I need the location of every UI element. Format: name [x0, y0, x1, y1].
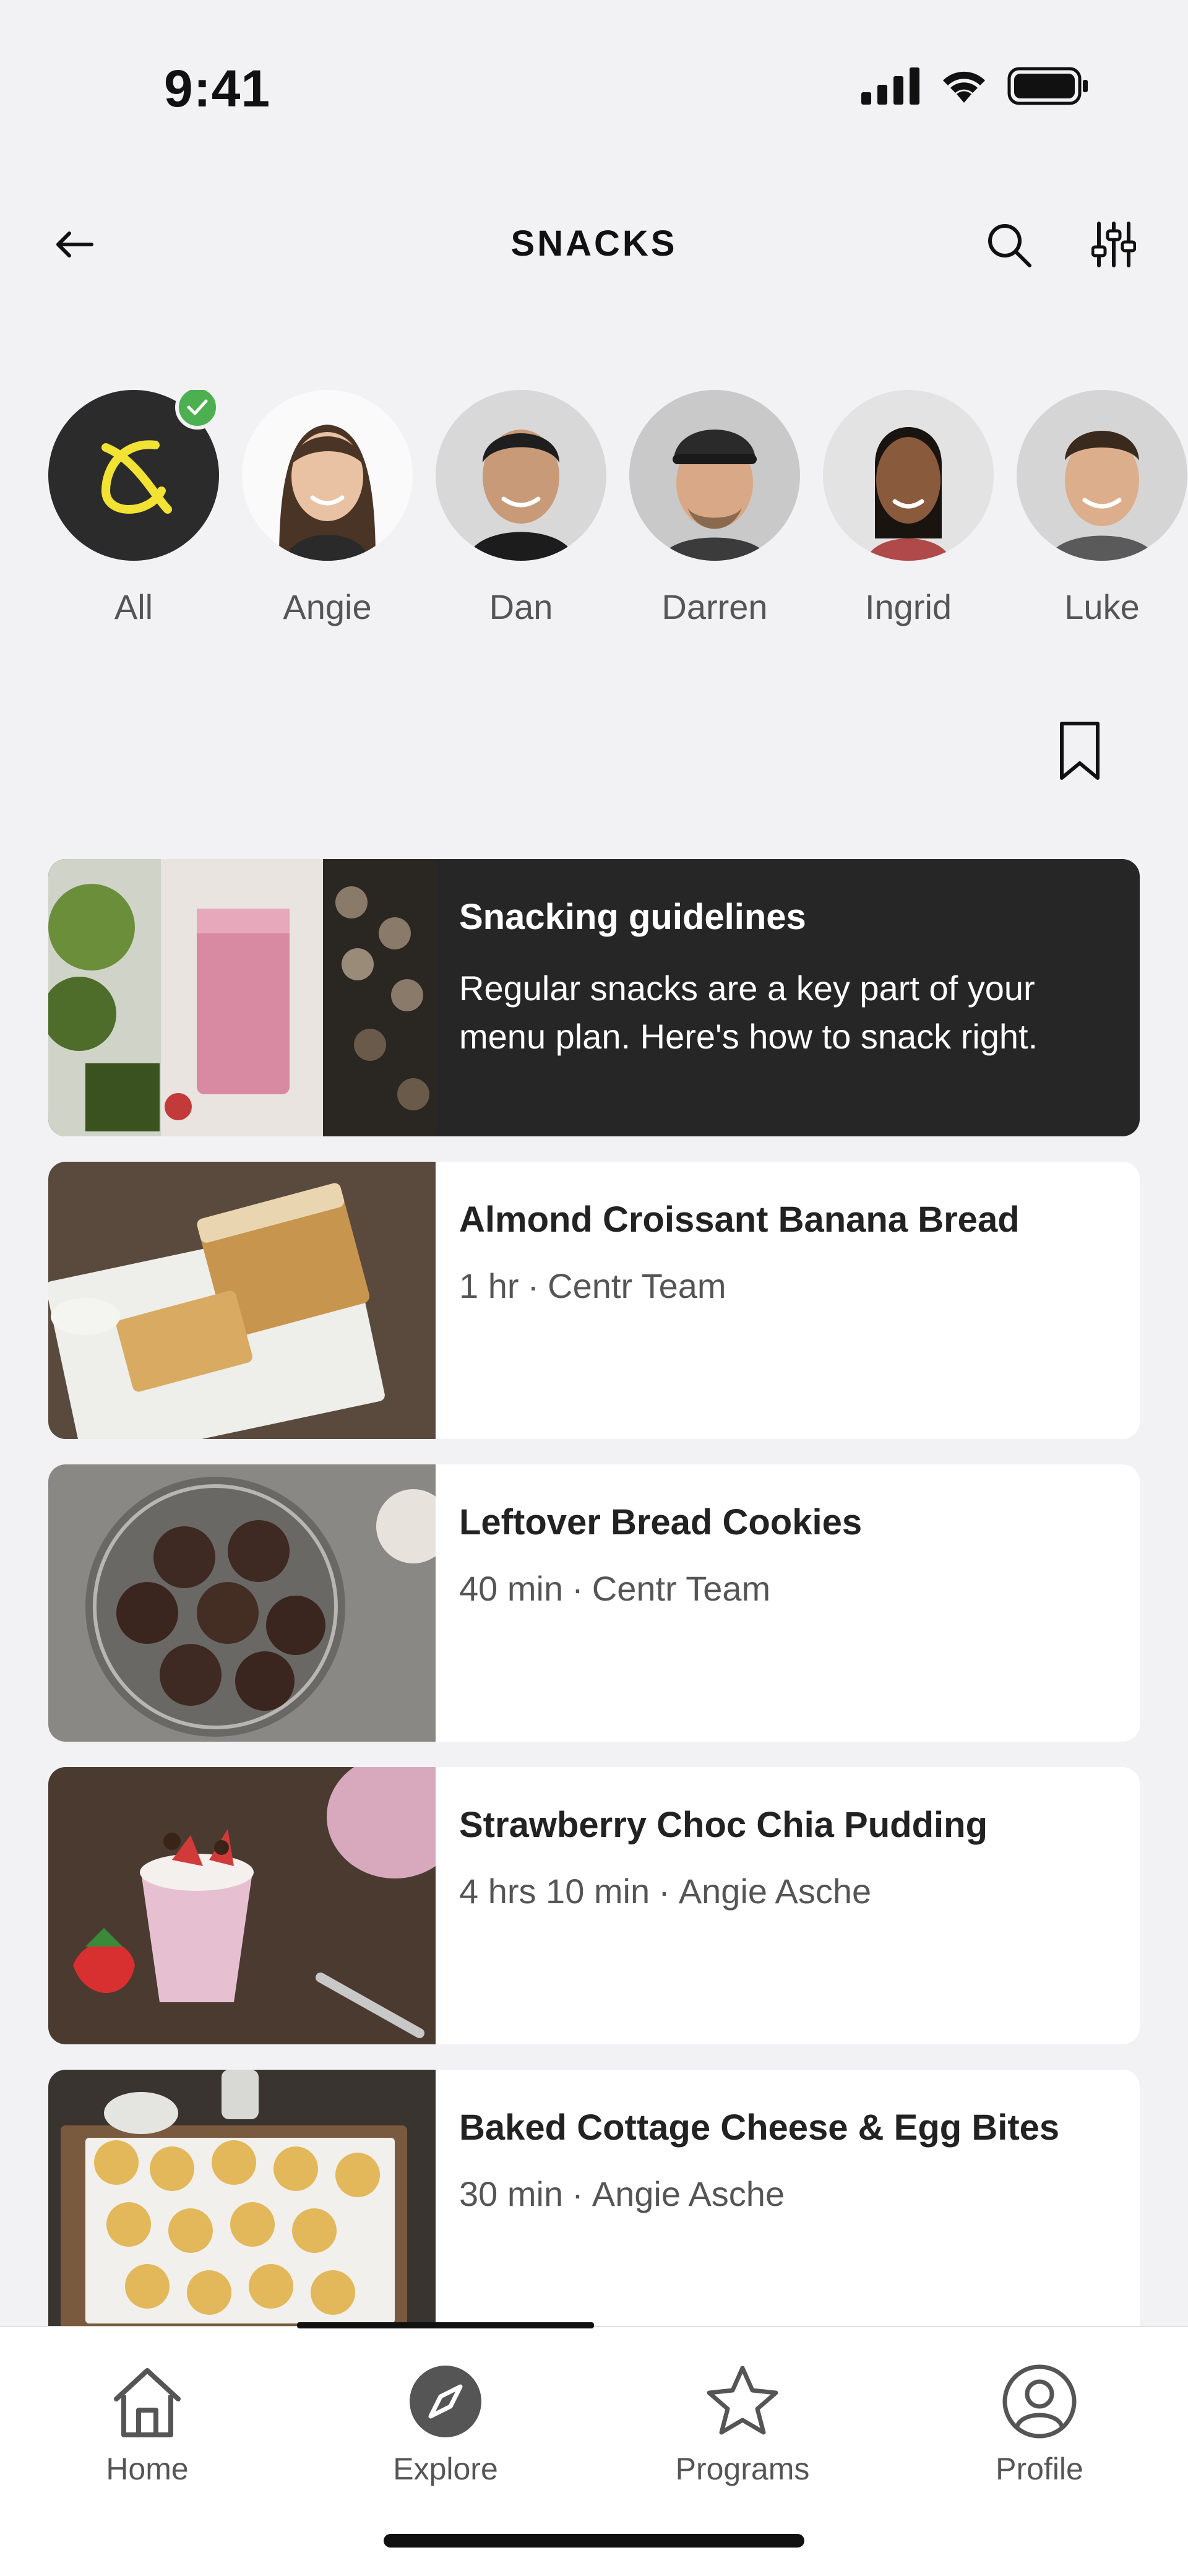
recipe-author: Angie Asche [592, 2174, 785, 2213]
card-title: Baked Cottage Cheese & Egg Bites [459, 2107, 1060, 2148]
home-icon [108, 2362, 187, 2441]
trainer-name: All [114, 587, 153, 626]
avatar [629, 390, 800, 561]
recipe-image [48, 1162, 436, 1439]
trainer-filter-ingrid[interactable]: Ingrid [823, 390, 994, 638]
profile-icon [1000, 2362, 1079, 2441]
avatar [823, 390, 994, 561]
snacking-guidelines-card[interactable]: Snacking guidelines Regular snacks are a… [48, 859, 1140, 1136]
avatar [436, 390, 606, 561]
compass-icon [406, 2362, 485, 2441]
recipe-meta: 40 min · Centr Team [459, 1568, 770, 1609]
card-title: Leftover Bread Cookies [459, 1502, 863, 1542]
card-title: Strawberry Choc Chia Pudding [459, 1805, 988, 1845]
search-icon [988, 224, 1031, 267]
trainer-filter-luke[interactable]: Luke [1017, 390, 1187, 638]
tab-programs[interactable]: Programs [650, 2346, 835, 2488]
recipe-author: Angie Asche [678, 1872, 872, 1911]
guidelines-collage-image [48, 859, 436, 1136]
bookmark-icon [1060, 721, 1100, 780]
card-description: Regular snacks are a key part of your me… [459, 969, 1038, 1056]
card-title: Almond Croissant Banana Bread [459, 1199, 1020, 1240]
header: SNACKS [0, 204, 1188, 285]
filter-button[interactable] [1086, 217, 1142, 272]
recipe-meta: 30 min · Angie Asche [459, 2174, 785, 2214]
recipe-card[interactable]: Leftover Bread Cookies 40 min · Centr Team [48, 1464, 1140, 1742]
recipe-image [48, 2070, 436, 2347]
meta-separator: · [658, 1872, 670, 1911]
home-indicator [384, 2534, 804, 2548]
trainer-filter-angie[interactable]: Angie [242, 390, 413, 638]
bookmark-button[interactable] [1052, 715, 1108, 786]
trainer-filter-all[interactable]: All [48, 390, 220, 638]
recipe-duration: 30 min [459, 2174, 564, 2213]
brand-logo-icon [101, 440, 172, 514]
recipe-card[interactable]: Almond Croissant Banana Bread 1 hr · Centr… [48, 1162, 1140, 1439]
trainer-name: Dan [489, 587, 553, 626]
avatar [242, 390, 413, 561]
tab-home[interactable]: Home [54, 2346, 240, 2488]
tab-profile[interactable]: Profile [947, 2346, 1132, 2488]
trainer-filter-darren[interactable]: Darren [629, 390, 800, 638]
avatar [1017, 390, 1187, 561]
trainer-name: Luke [1064, 587, 1140, 626]
trainer-name: Angie [283, 587, 372, 626]
trainer-filter: All Angie Dan Darren Ingrid Luke [48, 390, 1188, 638]
status-icons [861, 67, 1089, 105]
recipe-image [48, 1767, 436, 2044]
recipe-meta: 4 hrs 10 min · Angie Asche [459, 1871, 871, 1911]
recipe-card[interactable]: Baked Cottage Cheese & Egg Bites 30 min ·… [48, 2070, 1140, 2347]
meta-separator: · [572, 1569, 583, 1608]
recipe-duration: 40 min [459, 1569, 564, 1608]
recipe-author: Centr Team [548, 1266, 726, 1305]
cellular-signal-icon [861, 67, 919, 105]
trainer-filter-dan[interactable]: Dan [436, 390, 606, 638]
status-time: 9:41 [164, 59, 271, 118]
tab-label: Explore [393, 2452, 498, 2486]
tab-label: Profile [996, 2452, 1083, 2486]
tab-label: Programs [675, 2452, 810, 2486]
meta-separator: · [572, 2174, 583, 2213]
tab-label: Home [106, 2452, 189, 2486]
meta-separator: · [527, 1266, 540, 1305]
recipe-image [48, 1464, 436, 1742]
trainer-name: Darren [661, 587, 768, 626]
recipe-duration: 4 hrs 10 min [459, 1872, 650, 1911]
star-icon [703, 2362, 782, 2441]
tab-explore[interactable]: Explore [353, 2346, 538, 2488]
recipe-card[interactable]: Strawberry Choc Chia Pudding 4 hrs 10 mi… [48, 1767, 1140, 2044]
battery-icon [1007, 67, 1088, 105]
search-button[interactable] [981, 217, 1036, 272]
selected-check-icon [175, 390, 220, 430]
trainer-name: Ingrid [864, 587, 952, 626]
status-bar: 9:41 [0, 0, 1188, 161]
card-title: Snacking guidelines [459, 897, 806, 937]
recipe-author: Centr Team [592, 1569, 771, 1608]
active-tab-indicator [297, 2322, 594, 2328]
filter-sliders-icon [1091, 222, 1136, 267]
recipe-meta: 1 hr · Centr Team [459, 1266, 726, 1306]
wifi-icon [943, 71, 985, 103]
recipe-duration: 1 hr [459, 1266, 519, 1305]
